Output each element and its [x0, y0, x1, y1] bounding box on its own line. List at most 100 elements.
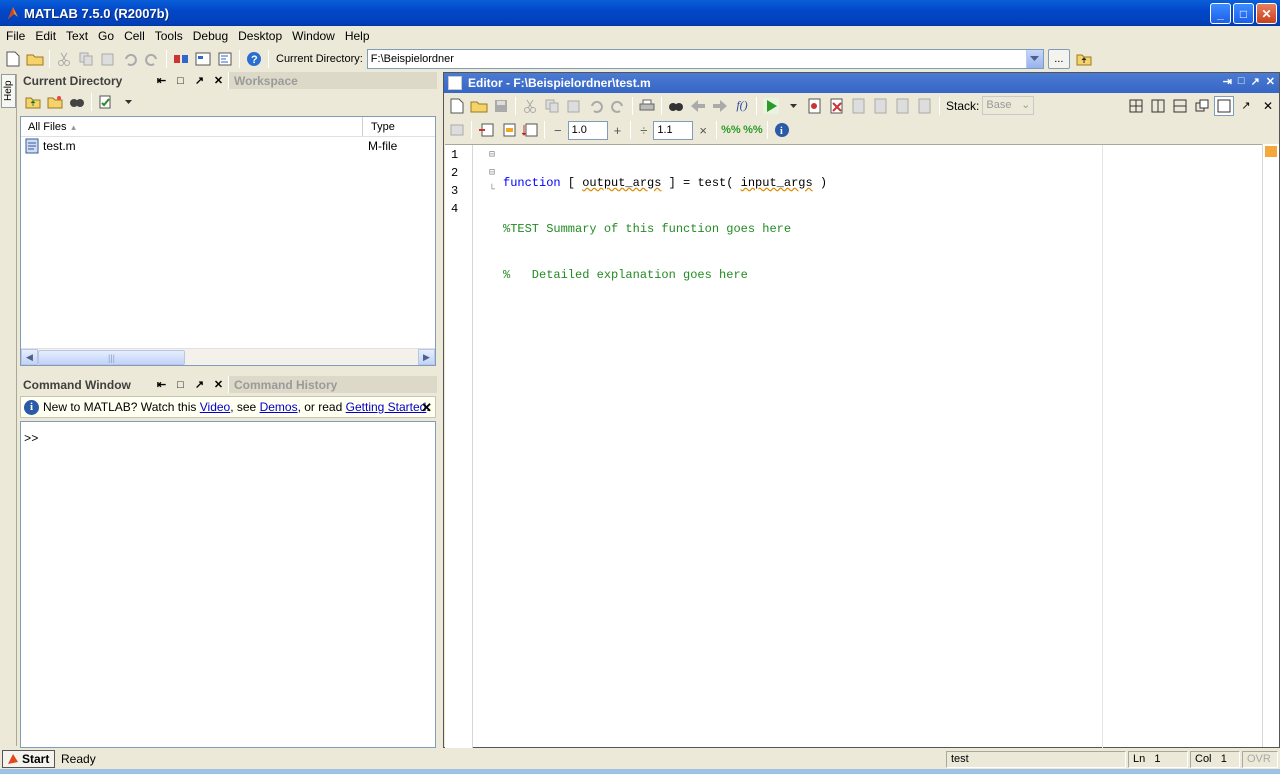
close-icon[interactable]: ✕: [209, 378, 228, 391]
menu-desktop[interactable]: Desktop: [234, 29, 288, 43]
close-button[interactable]: ✕: [1256, 3, 1277, 24]
divide-icon[interactable]: ÷: [640, 123, 647, 138]
menu-help[interactable]: Help: [341, 29, 376, 43]
scroll-left-icon[interactable]: ◀: [21, 349, 38, 365]
paste-icon[interactable]: [564, 96, 584, 116]
paste-icon[interactable]: [98, 49, 118, 69]
maximize-icon[interactable]: □: [1238, 75, 1245, 88]
list-item[interactable]: test.m M-file: [21, 137, 435, 155]
maximize-icon[interactable]: □: [171, 379, 190, 391]
tab-workspace[interactable]: Workspace: [228, 72, 437, 89]
eval-file-icon[interactable]: [520, 120, 540, 140]
menu-go[interactable]: Go: [94, 29, 120, 43]
copy-icon[interactable]: [542, 96, 562, 116]
horizontal-scrollbar[interactable]: ◀ ||| ▶: [21, 348, 435, 365]
menu-file[interactable]: File: [2, 29, 31, 43]
command-input-area[interactable]: >>: [20, 421, 436, 748]
eval-cell-icon[interactable]: [476, 120, 496, 140]
maximize-document-icon[interactable]: [1214, 95, 1234, 116]
back-arrow-icon[interactable]: [688, 96, 708, 116]
eval-cell-advance-icon[interactable]: [498, 120, 518, 140]
step-icon[interactable]: [849, 96, 869, 116]
new-file-icon[interactable]: [447, 96, 467, 116]
help-icon[interactable]: ?: [244, 49, 264, 69]
warning-indicator-icon[interactable]: [1265, 146, 1277, 157]
menu-text[interactable]: Text: [62, 29, 94, 43]
profiler-icon[interactable]: [215, 49, 235, 69]
scroll-right-icon[interactable]: ▶: [418, 349, 435, 365]
info-icon[interactable]: i: [772, 120, 792, 140]
code-editor[interactable]: 1 2 3 4 ⊟ ⊟ └ function [ output_args ] =…: [445, 144, 1263, 748]
maximize-icon[interactable]: □: [171, 75, 190, 87]
redo-icon[interactable]: [142, 49, 162, 69]
clear-breakpoints-icon[interactable]: [827, 96, 847, 116]
cell-mode-icon[interactable]: [447, 120, 467, 140]
undock-icon[interactable]: ⇤: [152, 378, 171, 391]
close-document-icon[interactable]: ✕: [1258, 96, 1278, 116]
set-breakpoint-icon[interactable]: [805, 96, 825, 116]
exit-debug-icon[interactable]: [915, 96, 935, 116]
divide-value-input[interactable]: 1.1: [653, 120, 694, 140]
cut-icon[interactable]: [520, 96, 540, 116]
popout-icon[interactable]: ↗: [190, 74, 209, 87]
help-tab[interactable]: Help: [1, 74, 16, 108]
chevron-down-icon[interactable]: [1025, 50, 1043, 68]
dock-icon[interactable]: ⇥: [1223, 75, 1232, 88]
column-all-files[interactable]: All Files ▲: [21, 117, 363, 136]
video-link[interactable]: Video: [200, 400, 230, 414]
menu-debug[interactable]: Debug: [189, 29, 234, 43]
stack-select[interactable]: Base ⌄: [982, 96, 1035, 115]
decrement-icon[interactable]: −: [554, 123, 562, 138]
guide-icon[interactable]: [193, 49, 213, 69]
undock-document-icon[interactable]: ↗: [1236, 96, 1256, 116]
tile-rows-icon[interactable]: [1170, 96, 1190, 116]
increment-icon[interactable]: +: [614, 123, 622, 138]
reports-icon[interactable]: [96, 92, 116, 112]
tile-grid-icon[interactable]: [1126, 96, 1146, 116]
tab-current-directory[interactable]: Current Directory ⇤ □ ↗ ✕: [20, 72, 228, 89]
forward-arrow-icon[interactable]: [710, 96, 730, 116]
open-folder-icon[interactable]: [25, 49, 45, 69]
start-button[interactable]: Start: [2, 750, 55, 768]
open-folder-icon[interactable]: [469, 96, 489, 116]
up-folder-icon[interactable]: [23, 92, 43, 112]
copy-icon[interactable]: [76, 49, 96, 69]
current-directory-combo[interactable]: F:\Beispielordner: [366, 49, 1044, 69]
float-icon[interactable]: [1192, 96, 1212, 116]
undo-icon[interactable]: [586, 96, 606, 116]
popout-icon[interactable]: ↗: [1251, 75, 1260, 88]
run-icon[interactable]: [761, 96, 781, 116]
column-type[interactable]: Type: [363, 117, 395, 136]
close-notice-icon[interactable]: ✕: [421, 400, 432, 416]
remove-cell-icon[interactable]: %%: [743, 120, 763, 140]
maximize-button[interactable]: □: [1233, 3, 1254, 24]
demos-link[interactable]: Demos: [260, 400, 298, 414]
find-files-icon[interactable]: [67, 92, 87, 112]
cut-icon[interactable]: [54, 49, 74, 69]
menu-cell[interactable]: Cell: [120, 29, 151, 43]
function-icon[interactable]: f(): [732, 96, 752, 116]
decrement-value-input[interactable]: 1.0: [567, 120, 608, 140]
insert-cell-icon[interactable]: %%: [721, 120, 741, 140]
close-icon[interactable]: ✕: [1266, 75, 1275, 88]
find-icon[interactable]: [666, 96, 686, 116]
redo-icon[interactable]: [608, 96, 628, 116]
minimize-button[interactable]: _: [1210, 3, 1231, 24]
getting-started-link[interactable]: Getting Started: [346, 400, 427, 414]
close-icon[interactable]: ✕: [209, 74, 228, 87]
up-folder-icon[interactable]: [1074, 49, 1094, 69]
menu-window[interactable]: Window: [288, 29, 341, 43]
browse-folder-button[interactable]: ...: [1047, 49, 1070, 69]
print-icon[interactable]: [637, 96, 657, 116]
undo-icon[interactable]: [120, 49, 140, 69]
popout-icon[interactable]: ↗: [190, 378, 209, 391]
tab-command-window[interactable]: Command Window ⇤ □ ↗ ✕: [20, 376, 228, 393]
tab-command-history[interactable]: Command History: [228, 376, 437, 393]
chevron-down-icon[interactable]: [783, 96, 803, 116]
scroll-thumb[interactable]: |||: [38, 350, 185, 365]
tile-columns-icon[interactable]: [1148, 96, 1168, 116]
undock-icon[interactable]: ⇤: [152, 74, 171, 87]
menu-edit[interactable]: Edit: [31, 29, 62, 43]
new-folder-icon[interactable]: [45, 92, 65, 112]
save-icon[interactable]: [491, 96, 511, 116]
